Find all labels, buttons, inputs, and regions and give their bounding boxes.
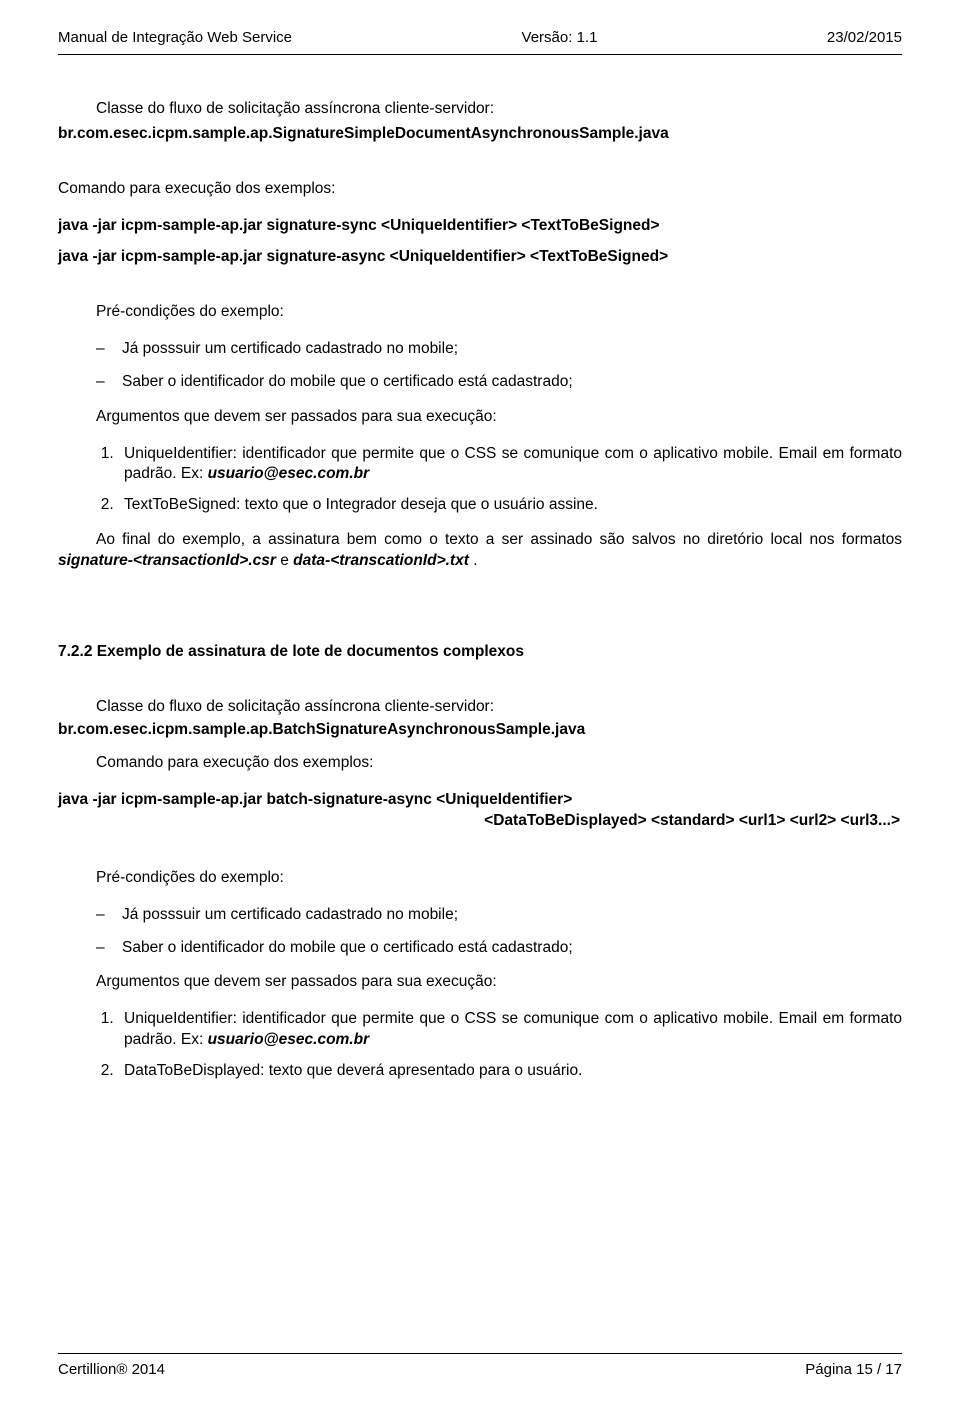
final1-c: e — [276, 552, 293, 569]
page-footer: Certillion® 2014 Página 15 / 17 — [58, 1353, 902, 1380]
precond-item: Saber o identificador do mobile que o ce… — [96, 372, 902, 393]
class-intro-1-text: Classe do fluxo de solicitação assíncron… — [96, 100, 494, 117]
class-name-2: br.com.esec.icpm.sample.ap.BatchSignatur… — [58, 720, 902, 741]
header-right: 23/02/2015 — [827, 28, 902, 48]
class-intro-2: Classe do fluxo de solicitação assíncron… — [96, 697, 902, 718]
final1-a: Ao final do exemplo, a assinatura bem co… — [96, 531, 902, 548]
precond-list-2: Já posssuir um certificado cadastrado no… — [96, 905, 902, 959]
cmd-heading-2: Comando para execução dos exemplos: — [96, 753, 902, 774]
final-note-1: Ao final do exemplo, a assinatura bem co… — [58, 530, 902, 572]
page: Manual de Integração Web Service Versão:… — [0, 0, 960, 1410]
class-intro-1: Classe do fluxo de solicitação assíncron… — [96, 99, 902, 120]
final1-e: . — [469, 552, 478, 569]
cmd2-line1: java -jar icpm-sample-ap.jar batch-signa… — [58, 790, 902, 811]
cmd2-line2: <DataToBeDisplayed> <standard> <url1> <u… — [58, 811, 902, 832]
final1-b: signature-<transactionId>.csr — [58, 552, 276, 569]
args-list-1: UniqueIdentifier: identificador que perm… — [58, 444, 902, 517]
cmd1-line1: java -jar icpm-sample-ap.jar signature-s… — [58, 216, 902, 237]
arg-item-1: UniqueIdentifier: identificador que perm… — [118, 444, 902, 486]
cmd-heading-1: Comando para execução dos exemplos: — [58, 179, 902, 200]
args-heading-2: Argumentos que devem ser passados para s… — [96, 972, 902, 993]
page-header: Manual de Integração Web Service Versão:… — [58, 28, 902, 55]
precond-heading-2: Pré-condições do exemplo: — [96, 868, 902, 889]
class-name-1: br.com.esec.icpm.sample.ap.SignatureSimp… — [58, 124, 902, 145]
cmd1-line2: java -jar icpm-sample-ap.jar signature-a… — [58, 247, 902, 268]
precond-list-1: Já posssuir um certificado cadastrado no… — [96, 339, 902, 393]
final1-d: data-<transcationId>.txt — [293, 552, 469, 569]
precond-heading-1: Pré-condições do exemplo: — [96, 302, 902, 323]
header-center: Versão: 1.1 — [522, 28, 598, 48]
arg1-email: usuario@esec.com.br — [208, 465, 370, 482]
section-7-2-2-title: 7.2.2 Exemplo de assinatura de lote de d… — [58, 642, 902, 663]
precond-item: Já posssuir um certificado cadastrado no… — [96, 905, 902, 926]
args-list-2: UniqueIdentifier: identificador que perm… — [58, 1009, 902, 1082]
arg-item-2b: DataToBeDisplayed: texto que deverá apre… — [118, 1061, 902, 1082]
header-left: Manual de Integração Web Service — [58, 28, 292, 48]
arg-item-1b: UniqueIdentifier: identificador que perm… — [118, 1009, 902, 1051]
args-heading-1: Argumentos que devem ser passados para s… — [96, 407, 902, 428]
arg1b-email: usuario@esec.com.br — [208, 1031, 370, 1048]
precond-item: Saber o identificador do mobile que o ce… — [96, 938, 902, 959]
footer-right: Página 15 / 17 — [805, 1360, 902, 1380]
precond-item: Já posssuir um certificado cadastrado no… — [96, 339, 902, 360]
footer-left: Certillion® 2014 — [58, 1360, 165, 1380]
arg-item-2: TextToBeSigned: texto que o Integrador d… — [118, 495, 902, 516]
